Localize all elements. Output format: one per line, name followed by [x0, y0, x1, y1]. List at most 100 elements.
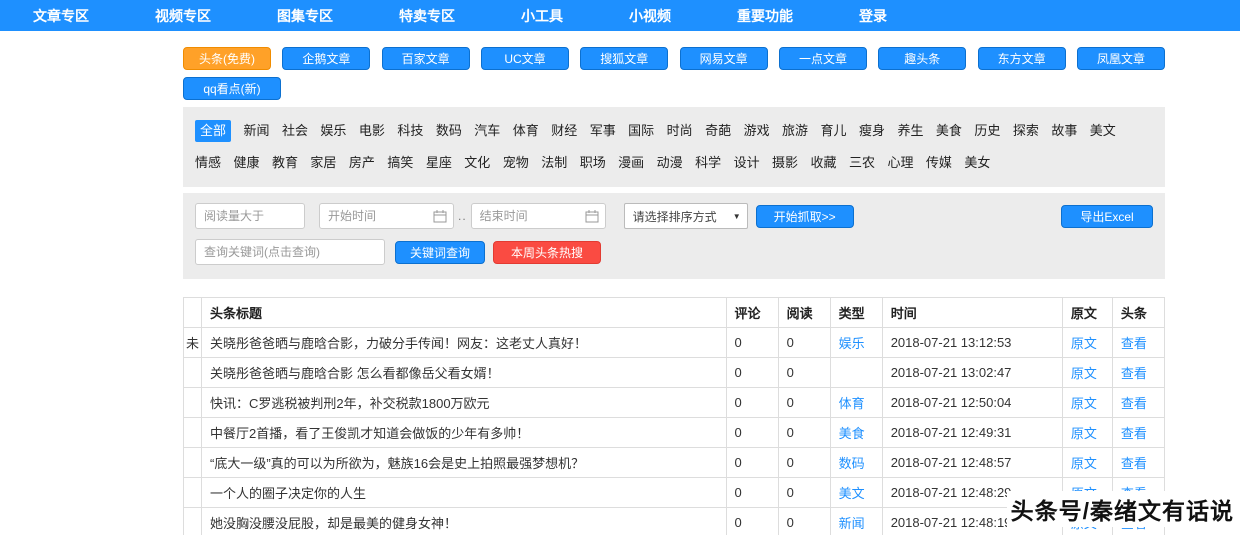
source-btn-fenghuang[interactable]: 凤凰文章 [1076, 47, 1165, 70]
start-grab-button[interactable]: 开始抓取>> [755, 204, 854, 228]
row-type-link[interactable]: 体育 [839, 396, 865, 411]
row-type-link[interactable]: 美食 [839, 426, 865, 441]
category-item[interactable]: 故事 [1051, 122, 1077, 140]
nav-item-important[interactable]: 重要功能 [737, 6, 793, 26]
nav-item-article-zone[interactable]: 文章专区 [33, 6, 89, 26]
row-orig-link[interactable]: 原文 [1071, 336, 1097, 351]
category-item[interactable]: 奇葩 [705, 122, 731, 140]
category-item[interactable]: 旅游 [782, 122, 808, 140]
row-orig-link[interactable]: 原文 [1071, 426, 1097, 441]
category-item[interactable]: 房产 [349, 154, 375, 172]
keyword-search-button[interactable]: 关键词查询 [395, 240, 485, 264]
source-btn-toutiao-free[interactable]: 头条(免费) [183, 47, 271, 70]
category-item[interactable]: 收藏 [811, 154, 837, 172]
category-item[interactable]: 家居 [310, 154, 336, 172]
keyword-input[interactable] [195, 239, 385, 265]
category-item[interactable]: 时尚 [667, 122, 693, 140]
nav-item-sale-zone[interactable]: 特卖专区 [399, 6, 455, 26]
calendar-icon[interactable] [585, 209, 599, 223]
row-marker [182, 357, 203, 388]
source-tabs: 头条(免费) 企鹅文章 百家文章 UC文章 搜狐文章 网易文章 一点文章 趣头条… [183, 47, 1165, 100]
sort-select[interactable]: 请选择排序方式 ▼ [623, 203, 748, 229]
category-item[interactable]: 心理 [887, 154, 913, 172]
category-item-all[interactable]: 全部 [195, 120, 232, 142]
category-item[interactable]: 电影 [359, 122, 385, 140]
category-item[interactable]: 美食 [936, 122, 962, 140]
source-btn-sohu[interactable]: 搜狐文章 [580, 47, 669, 70]
category-item[interactable]: 瘦身 [859, 122, 885, 140]
category-item[interactable]: 国际 [628, 122, 654, 140]
category-item[interactable]: 动漫 [657, 154, 683, 172]
category-item[interactable]: 体育 [513, 122, 539, 140]
nav-item-short-video[interactable]: 小视频 [629, 6, 671, 26]
row-comments: 0 [725, 417, 779, 448]
row-orig-link[interactable]: 原文 [1071, 456, 1097, 471]
row-view-link[interactable]: 查看 [1121, 426, 1147, 441]
read-count-input[interactable] [195, 203, 305, 229]
category-item[interactable]: 军事 [590, 122, 616, 140]
source-btn-baijia[interactable]: 百家文章 [381, 47, 470, 70]
category-item[interactable]: 星座 [426, 154, 452, 172]
category-item[interactable]: 情感 [195, 154, 221, 172]
row-orig-link[interactable]: 原文 [1071, 366, 1097, 381]
category-item[interactable]: 育儿 [821, 122, 847, 140]
category-item[interactable]: 美文 [1090, 122, 1116, 140]
row-reads: 0 [777, 477, 831, 508]
category-item[interactable]: 养生 [897, 122, 923, 140]
row-type-link[interactable]: 娱乐 [839, 336, 865, 351]
nav-item-tools[interactable]: 小工具 [521, 6, 563, 26]
table-row: 关晓彤爸爸晒与鹿晗合影 怎么看都像岳父看女婿！ 0 0 2018-07-21 1… [182, 357, 1166, 388]
category-item[interactable]: 探索 [1013, 122, 1039, 140]
source-btn-qie[interactable]: 企鹅文章 [282, 47, 371, 70]
category-item[interactable]: 娱乐 [320, 122, 346, 140]
category-item[interactable]: 新闻 [243, 122, 269, 140]
category-item[interactable]: 美女 [964, 154, 990, 172]
category-item[interactable]: 教育 [272, 154, 298, 172]
category-item[interactable]: 健康 [233, 154, 259, 172]
category-item[interactable]: 搞笑 [387, 154, 413, 172]
export-excel-button[interactable]: 导出Excel [1061, 204, 1153, 228]
nav-item-gallery-zone[interactable]: 图集专区 [277, 6, 333, 26]
source-btn-dongfang[interactable]: 东方文章 [977, 47, 1066, 70]
category-item[interactable]: 职场 [580, 154, 606, 172]
category-item[interactable]: 历史 [974, 122, 1000, 140]
row-orig-link[interactable]: 原文 [1071, 396, 1097, 411]
category-item[interactable]: 科技 [397, 122, 423, 140]
category-item[interactable]: 数码 [436, 122, 462, 140]
category-item[interactable]: 文化 [464, 154, 490, 172]
category-item[interactable]: 财经 [551, 122, 577, 140]
source-btn-uc[interactable]: UC文章 [480, 47, 569, 70]
row-type-link[interactable]: 新闻 [839, 516, 865, 531]
row-title: 中餐厅2首播，看了王俊凯才知道会做饭的少年有多帅！ [201, 417, 727, 448]
row-comments: 0 [725, 447, 779, 478]
category-item[interactable]: 汽车 [474, 122, 500, 140]
row-view-link[interactable]: 查看 [1121, 456, 1147, 471]
category-item[interactable]: 漫画 [618, 154, 644, 172]
col-header-comments: 评论 [725, 297, 779, 328]
category-item[interactable]: 法制 [541, 154, 567, 172]
source-btn-wangyi[interactable]: 网易文章 [679, 47, 768, 70]
category-item[interactable]: 科学 [695, 154, 721, 172]
category-item[interactable]: 设计 [734, 154, 760, 172]
source-btn-yidian[interactable]: 一点文章 [778, 47, 867, 70]
row-reads: 0 [777, 327, 831, 358]
source-btn-qutoutiao[interactable]: 趣头条 [878, 47, 967, 70]
category-item[interactable]: 社会 [282, 122, 308, 140]
row-view-link[interactable]: 查看 [1121, 366, 1147, 381]
row-view-link[interactable]: 查看 [1121, 396, 1147, 411]
category-item[interactable]: 传媒 [926, 154, 952, 172]
weekly-hot-button[interactable]: 本周头条热搜 [493, 240, 601, 264]
row-view-link[interactable]: 查看 [1121, 336, 1147, 351]
category-item[interactable]: 游戏 [744, 122, 770, 140]
category-item[interactable]: 三农 [849, 154, 875, 172]
calendar-icon[interactable] [433, 209, 447, 223]
source-btn-qq-kandian[interactable]: qq看点(新) [183, 77, 281, 100]
row-type-link[interactable]: 数码 [839, 456, 865, 471]
nav-item-video-zone[interactable]: 视频专区 [155, 6, 211, 26]
category-item[interactable]: 宠物 [503, 154, 529, 172]
row-marker [182, 477, 203, 508]
nav-item-login[interactable]: 登录 [859, 6, 887, 26]
category-item[interactable]: 摄影 [772, 154, 798, 172]
col-header-marker [182, 297, 203, 328]
row-type-link[interactable]: 美文 [839, 486, 865, 501]
